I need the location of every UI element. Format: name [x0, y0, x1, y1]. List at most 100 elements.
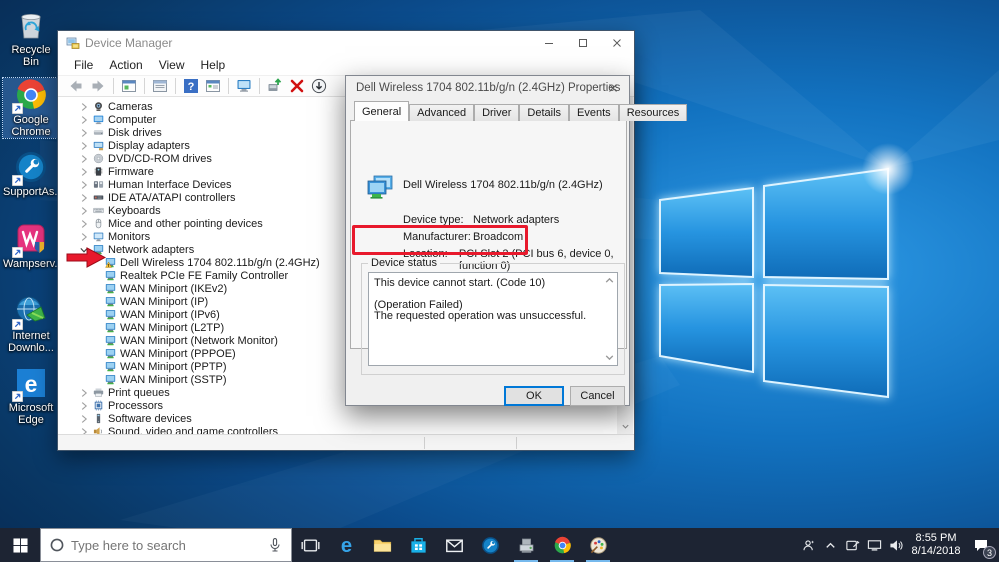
camera-icon: [93, 101, 104, 112]
device-status-textbox[interactable]: This device cannot start. (Code 10) (Ope…: [368, 272, 618, 366]
device-status-label: Device status: [368, 257, 441, 269]
taskbar-edge-button[interactable]: e: [328, 528, 364, 562]
cancel-button[interactable]: Cancel: [570, 386, 625, 406]
chevron-right-icon[interactable]: [78, 413, 90, 425]
tree-item-label: WAN Miniport (IPv6): [120, 308, 220, 321]
recycle-bin-icon: [14, 8, 48, 42]
tab-advanced[interactable]: Advanced: [409, 104, 475, 121]
tray-network-tray-button[interactable]: [863, 528, 885, 562]
console-tree-icon[interactable]: [205, 78, 221, 94]
textbox-scroll-up-icon[interactable]: [604, 275, 615, 286]
taskbar-file-explorer-button[interactable]: [364, 528, 400, 562]
desktop-icon-internet-download-manager[interactable]: Internet Downlo...: [3, 294, 59, 354]
system-tray: 8:55 PM 8/14/2018 3: [797, 528, 997, 562]
dialog-tabs: General Advanced Driver Details Events Resour…: [354, 101, 688, 121]
statusbar-separator: [516, 437, 517, 449]
chevron-right-icon[interactable]: [78, 166, 90, 178]
search-input[interactable]: [71, 537, 263, 553]
taskbar-device-manager-button[interactable]: [508, 528, 544, 562]
taskbar: e 8:55 PM 8/14/2018 3: [0, 528, 999, 562]
tab-general[interactable]: General: [354, 101, 410, 121]
uninstall-icon[interactable]: [289, 78, 305, 94]
forward-icon[interactable]: [90, 78, 106, 94]
ok-button[interactable]: OK: [504, 386, 564, 406]
remote-monitor-icon[interactable]: [236, 78, 252, 94]
dialog-close-button[interactable]: [597, 76, 629, 100]
taskbar-paint-button[interactable]: [580, 528, 616, 562]
chevron-right-icon[interactable]: [78, 387, 90, 399]
chevron-right-icon[interactable]: [78, 400, 90, 412]
window-titlebar[interactable]: Device Manager: [58, 31, 634, 55]
network-adapter-icon: [365, 173, 395, 203]
chevron-right-icon[interactable]: [78, 140, 90, 152]
taskbar-task-view-button[interactable]: [292, 528, 328, 562]
menu-file[interactable]: File: [66, 58, 101, 72]
console-window-icon[interactable]: [121, 78, 137, 94]
textbox-scroll-down-icon[interactable]: [604, 352, 615, 363]
status-line: This device cannot start. (Code 10): [374, 277, 546, 289]
supportassist-icon: [12, 150, 48, 186]
taskbar-chrome-button[interactable]: [544, 528, 580, 562]
shortcut-arrow-icon: [12, 319, 23, 330]
action-center-button[interactable]: 3: [965, 528, 997, 562]
tab-driver[interactable]: Driver: [474, 104, 520, 121]
taskbar-supportassist-button[interactable]: [472, 528, 508, 562]
paint-icon: [589, 536, 608, 555]
tree-item[interactable]: Sound, video and game controllers: [58, 425, 618, 434]
help-icon[interactable]: ?: [183, 78, 199, 94]
menu-action[interactable]: Action: [101, 58, 150, 72]
firmware-icon: [93, 166, 104, 177]
taskbar-mail-button[interactable]: [436, 528, 472, 562]
menu-view[interactable]: View: [151, 58, 193, 72]
tray-people-button[interactable]: [797, 528, 819, 562]
chevron-right-icon[interactable]: [78, 218, 90, 230]
maximize-button[interactable]: [566, 31, 600, 55]
properties-window-icon[interactable]: [152, 78, 168, 94]
chevron-right-icon[interactable]: [78, 231, 90, 243]
minimize-button[interactable]: [532, 31, 566, 55]
microphone-icon[interactable]: [267, 537, 283, 553]
close-button[interactable]: [600, 31, 634, 55]
chevron-right-icon[interactable]: [78, 153, 90, 165]
tree-item-label: IDE ATA/ATAPI controllers: [108, 191, 236, 204]
taskbar-store-button[interactable]: [400, 528, 436, 562]
chevron-right-icon[interactable]: [78, 205, 90, 217]
window-title: Device Manager: [85, 36, 173, 50]
internet-download-manager-icon: [12, 294, 48, 330]
status-line: The requested operation was unsuccessful…: [374, 310, 587, 322]
chevron-right-icon[interactable]: [78, 127, 90, 139]
desktop-icon-label: Recycle Bin: [11, 44, 51, 68]
desktop-icon-google-chrome[interactable]: Google Chrome: [2, 77, 60, 139]
update-driver-icon[interactable]: [267, 78, 283, 94]
desktop: Recycle Bin Google Chrome SupportAs... Wamp…: [0, 0, 999, 562]
start-button[interactable]: [0, 528, 40, 562]
tab-resources[interactable]: Resources: [618, 104, 688, 121]
svg-text:e: e: [25, 371, 38, 397]
desktop-icon-wampserver[interactable]: Wampserv...: [3, 222, 64, 270]
chevron-right-icon[interactable]: [78, 426, 90, 434]
tree-item[interactable]: Software devices: [58, 412, 618, 425]
tree-item-label: Disk drives: [108, 126, 162, 139]
chevron-right-icon[interactable]: [78, 114, 90, 126]
chevron-right-icon[interactable]: [78, 179, 90, 191]
tray-tablet-pen-button[interactable]: [841, 528, 863, 562]
tab-events[interactable]: Events: [569, 104, 619, 121]
desktop-icon-supportassist[interactable]: SupportAs...: [3, 150, 64, 198]
desktop-icon-recycle-bin[interactable]: Recycle Bin: [3, 8, 59, 68]
chrome-tb-icon: [553, 536, 572, 555]
device-manager-tb-icon: [517, 536, 536, 555]
scroll-down-icon[interactable]: [617, 419, 633, 434]
tray-speaker-button[interactable]: [885, 528, 907, 562]
desktop-icon-microsoft-edge[interactable]: e Microsoft Edge: [3, 366, 59, 426]
chevron-right-icon[interactable]: [78, 101, 90, 113]
tab-details[interactable]: Details: [519, 104, 570, 121]
taskbar-clock[interactable]: 8:55 PM 8/14/2018: [907, 532, 965, 558]
back-icon[interactable]: [68, 78, 84, 94]
menu-help[interactable]: Help: [193, 58, 234, 72]
tray-chevron-up-button[interactable]: [819, 528, 841, 562]
tree-item-label: WAN Miniport (SSTP): [120, 373, 227, 386]
chevron-right-icon[interactable]: [78, 192, 90, 204]
dialog-titlebar[interactable]: Dell Wireless 1704 802.11b/g/n (2.4GHz) …: [346, 76, 629, 100]
search-box[interactable]: [40, 528, 292, 562]
scan-hardware-icon[interactable]: [311, 78, 327, 94]
